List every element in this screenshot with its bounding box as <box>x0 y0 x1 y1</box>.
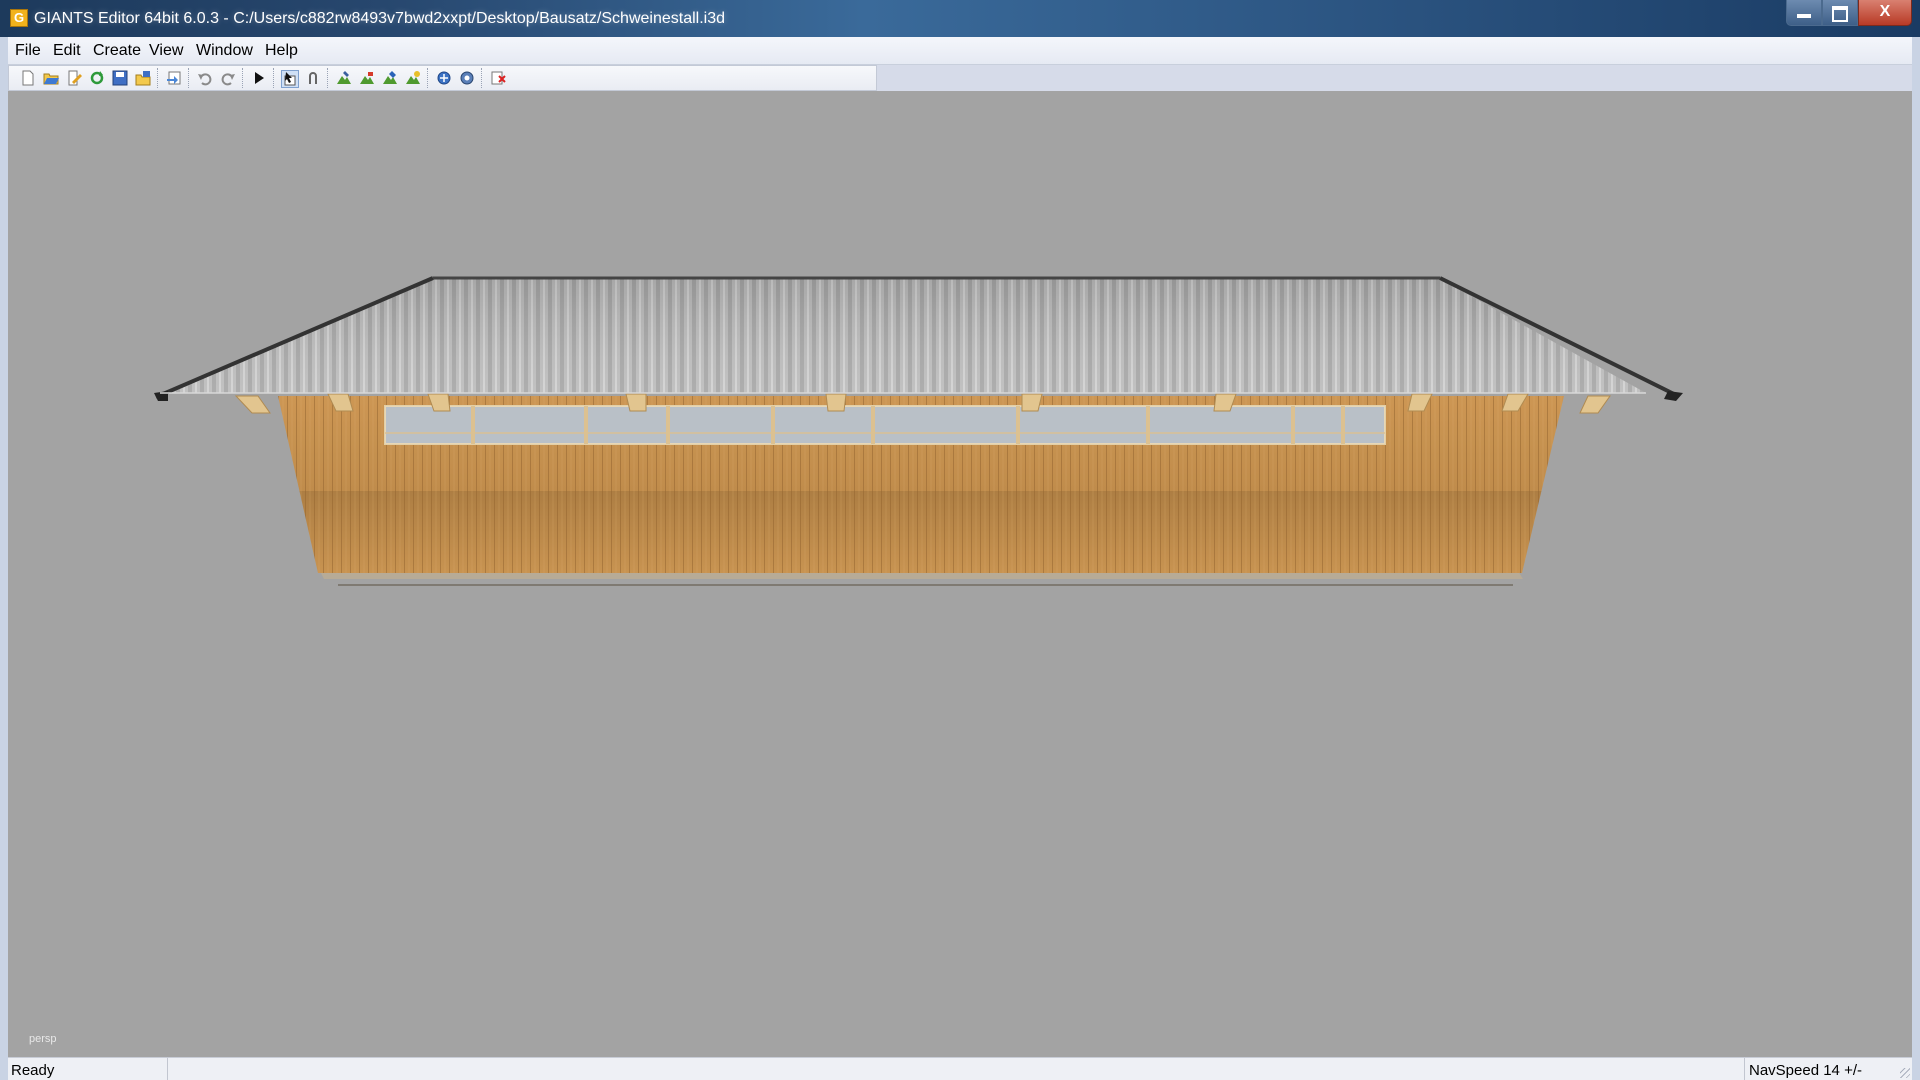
remove-icon[interactable] <box>489 70 507 88</box>
menu-edit[interactable]: Edit <box>53 42 81 60</box>
menu-window[interactable]: Window <box>196 42 253 60</box>
refresh-settings-icon[interactable] <box>458 70 476 88</box>
terrain-paint-icon[interactable] <box>358 70 376 88</box>
menu-create-label: Create <box>93 42 142 59</box>
menu-file[interactable]: File <box>15 42 41 60</box>
window-title: GIANTS Editor 64bit 6.0.3 - C:/Users/c88… <box>34 10 725 27</box>
menu-edit-label: Edit <box>53 42 81 59</box>
move-mode-icon[interactable] <box>304 70 322 88</box>
status-divider <box>167 1058 168 1080</box>
reload-icon[interactable] <box>88 70 106 88</box>
toolbar-separator <box>327 68 329 88</box>
resize-grip-icon[interactable] <box>1900 1068 1910 1078</box>
menu-window-label: Window <box>196 42 253 59</box>
status-divider <box>1744 1058 1745 1080</box>
toolbar-separator <box>273 68 275 88</box>
navspeed-indicator: NavSpeed 14 +/- <box>1749 1062 1862 1079</box>
menu-bar: File Edit Create View Window Help <box>8 37 1912 65</box>
menu-create[interactable]: Create <box>93 42 141 60</box>
main-toolbar <box>8 65 877 91</box>
camera-label: persp <box>29 1033 57 1045</box>
import-icon[interactable] <box>165 70 183 88</box>
toolbar-separator <box>242 68 244 88</box>
open-file-icon[interactable] <box>42 70 60 88</box>
undo-icon[interactable] <box>196 70 214 88</box>
edit-file-icon[interactable] <box>65 70 83 88</box>
maximize-button[interactable] <box>1822 0 1858 26</box>
grass-paint-icon[interactable] <box>404 70 422 88</box>
scene-render <box>154 276 1683 586</box>
menu-help[interactable]: Help <box>265 42 298 60</box>
toolbar-separator <box>157 68 159 88</box>
foliage-paint-icon[interactable] <box>381 70 399 88</box>
menu-help-label: Help <box>265 42 298 59</box>
save-icon[interactable] <box>111 70 129 88</box>
toolbar-separator <box>481 68 483 88</box>
window-left-border <box>0 37 8 1080</box>
window-title-bar[interactable]: G GIANTS Editor 64bit 6.0.3 - C:/Users/c… <box>0 0 1920 37</box>
menu-view-label: View <box>149 42 184 59</box>
window-right-border <box>1912 37 1920 1080</box>
status-bar: Ready NavSpeed 14 +/- <box>8 1057 1912 1080</box>
save-as-icon[interactable] <box>134 70 152 88</box>
minimize-button[interactable] <box>1786 0 1822 26</box>
play-icon[interactable] <box>250 70 268 88</box>
menu-file-label: File <box>15 42 41 59</box>
status-text: Ready <box>11 1062 55 1079</box>
select-mode-icon[interactable] <box>281 70 299 88</box>
building-model[interactable] <box>154 276 1683 586</box>
3d-viewport[interactable]: persp <box>8 91 1912 1057</box>
giants-app-icon: G <box>10 9 28 27</box>
new-file-icon[interactable] <box>19 70 37 88</box>
minimize-icon <box>1797 14 1811 18</box>
terrain-sculpt-icon[interactable] <box>335 70 353 88</box>
menu-view[interactable]: View <box>149 42 183 60</box>
refresh-scene-icon[interactable] <box>435 70 453 88</box>
maximize-icon <box>1832 6 1848 22</box>
close-button[interactable]: X <box>1858 0 1912 26</box>
redo-icon[interactable] <box>219 70 237 88</box>
toolbar-separator <box>188 68 190 88</box>
toolbar-separator <box>427 68 429 88</box>
